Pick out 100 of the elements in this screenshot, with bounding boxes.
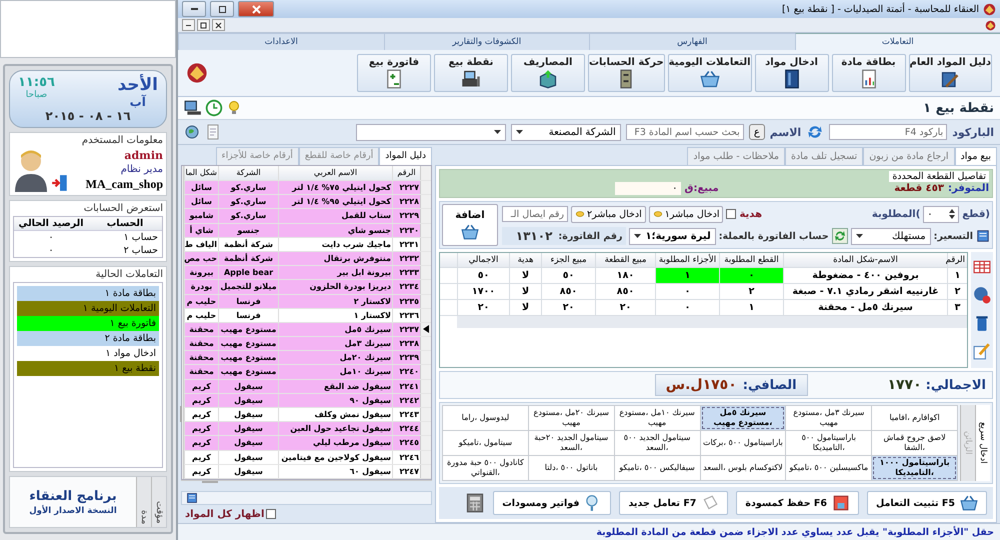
table-row[interactable]: ٢٢٤٢ سيفول ٩٠ سيفول كريم — [184, 394, 431, 408]
table-row[interactable]: ٢٢٤٣ سيفول نمش وكلف سيفول كريم — [184, 408, 431, 422]
table-cell: ٢٢٤٦ — [392, 450, 420, 464]
tab[interactable]: ارجاع مادة من زبون — [863, 147, 955, 165]
table-cell: ١٨٠ — [595, 268, 655, 283]
total-label: الاجمالي: — [926, 378, 986, 392]
table-row[interactable]: ٢٢٣٢ منتوفرش برتقال شركة أنظمة حب مص — [184, 252, 431, 266]
table-cell: ٢٢٣٠ — [392, 224, 420, 237]
receipt-field[interactable]: رقم ايصال الـ — [502, 206, 568, 222]
quick-item-button[interactable]: سيتامول ،تاميكو — [443, 431, 528, 455]
table-cell: ٢٢٣٨ — [392, 337, 420, 350]
ribbon-button[interactable]: بطاقة مادة — [832, 54, 906, 92]
table-cell: ٣ — [947, 300, 967, 315]
table-cell: لا — [509, 300, 541, 315]
table-cell: سيرنك ٥مل — [278, 322, 392, 336]
table-cell: ٢٠ — [457, 300, 509, 315]
table-row[interactable]: ٢٢٣٤ ديريزا بودرة الحلزون ميلانو للتجميل بودرة — [184, 280, 431, 294]
quick-item-button[interactable]: سيرنك ٥مل ،مستودع مهيب — [700, 406, 786, 430]
name-search-field[interactable]: بحث حسب اسم المادة F3 — [626, 124, 744, 140]
side-tab[interactable]: مؤقت — [151, 477, 166, 527]
action-button[interactable]: F5 تثبيت التعامل — [867, 491, 987, 515]
quick-item-button[interactable]: باناتول ٥٠٠ ،دلتا — [528, 456, 614, 480]
quick-item-button[interactable]: سيتامول الجديد ٢٠حبة ،السعد — [528, 431, 614, 455]
direct-entry-button[interactable]: ادخال مباشر٢ — [571, 206, 646, 222]
ribbon-button[interactable]: نقطة بيع — [434, 54, 508, 92]
table-cell: جنسو شاي — [278, 224, 392, 237]
table-cell: مستودع مهيب — [218, 351, 278, 364]
price-field[interactable]: ٠ — [614, 182, 681, 195]
table-cell: كحول ايتيلي ٩٥% ١/٤ لتر — [278, 195, 392, 208]
quick-item-button[interactable]: ليدوسول ،راما — [443, 406, 528, 430]
transaction-item[interactable]: نقطة بيع ١ — [17, 361, 159, 376]
ribbon-button[interactable]: المصاريف — [510, 54, 585, 92]
transaction-item[interactable]: فاتورة بيع ١ — [17, 316, 159, 331]
quick-item-button[interactable]: سيتامول الجديد ٥٠٠ ،السعد — [614, 431, 700, 455]
table-row[interactable]: ٢٢٤٦ سيفول كولاجين مع فيتامين سيفول كريم — [184, 450, 431, 465]
table-row[interactable]: ٢٢٤٥ سيفول مرطب ليلي سيفول كريم — [184, 436, 431, 451]
ribbon-button[interactable]: دليل المواد العام — [908, 54, 992, 92]
table-row[interactable]: ٢٢٣٦ لاكستار ١ فرنسا حليب م — [184, 308, 431, 323]
quick-item-button[interactable]: سيرنك ٢٠مل ،مستودع مهيب — [528, 406, 614, 430]
table-cell: فرنسا — [218, 308, 278, 322]
clock-date: ٢٠١٥ - ٠٨ - ١٦ — [45, 109, 131, 123]
barcode-field[interactable]: باركود F4 — [829, 124, 948, 140]
table-row[interactable]: ٢٢٤٤ سيفول تجاعيد حول العين سيفول كريم — [184, 422, 431, 436]
ribbon-tab[interactable]: التعاملات — [794, 33, 1000, 50]
ribbon-button[interactable]: حركة الحسابات — [588, 54, 665, 92]
quick-item-button[interactable]: ماكسيسلين ٥٠٠ ،تاميكو — [786, 456, 872, 480]
table-row[interactable]: ٢٢٣٩ سيرنك ٢٠مل مستودع مهيب محقنة — [184, 351, 431, 366]
table-cell: سيفول — [218, 380, 278, 393]
invoice-number: ١٣١٠٢ — [516, 229, 552, 243]
ribbon-button[interactable]: التعاملات اليومية — [668, 54, 752, 92]
shop-name: MA_cam_shop — [86, 176, 163, 192]
action-button[interactable]: F7 تعامل جديد — [619, 491, 728, 515]
table-row[interactable]: ٢٢٣٧ سيرنك ٥مل مستودع مهيب محقنة — [184, 322, 431, 338]
letter-button[interactable]: ع — [748, 124, 765, 140]
table-row[interactable]: ٢٢٣٠ جنسو شاي جنسو شاي أ — [184, 224, 431, 238]
clock-period: صباحا — [26, 90, 48, 100]
ribbon-button[interactable]: ادخال مواد — [754, 54, 829, 92]
quick-item-button[interactable]: سيفاليكس ٥٠٠ ،تاميكو — [614, 456, 700, 480]
tab[interactable]: ملاحظات - طلب مواد — [687, 147, 786, 165]
column-header: الرقم — [392, 166, 420, 180]
add-button[interactable]: اضافة — [442, 204, 498, 246]
quantity-label: (قطع — [962, 208, 990, 220]
quick-item-button[interactable]: لاصق جروح قماش ،الشفا — [872, 431, 957, 455]
action-button[interactable]: F6 حفظ كمسودة — [736, 491, 860, 515]
quick-item-button[interactable]: لاكتوكسام بلوس ،السعد — [700, 456, 786, 480]
table-cell: ٢٢٤٧ — [392, 464, 420, 478]
table-row[interactable]: ٢٢٤٧ سيفول ٦٠ سيفول كريم — [184, 464, 431, 479]
side-tab[interactable]: مدة — [136, 477, 151, 527]
tab[interactable]: بيع مواد — [954, 147, 997, 165]
table-row[interactable]: ٢٢٢٩ ستاب للقمل ساري.كو شامبو — [184, 209, 431, 224]
table-row[interactable]: ٢٢٣٨ سيرنك ٣مل مستودع مهيب محقنة — [184, 337, 431, 352]
transaction-item[interactable]: بطاقة مادة ١ — [17, 286, 159, 301]
quantity-spinner[interactable]: ٠ — [923, 206, 960, 222]
quick-item-button[interactable]: سيرنك ٣مل ،مستودع مهيب — [786, 406, 872, 430]
company-dropdown[interactable]: الشركة المصنعة — [510, 124, 621, 140]
quick-item-button[interactable]: باراسيتامول ١٠٠٠ ،التاميديكا — [872, 456, 957, 480]
currency-dropdown[interactable]: ليرة سورية؛١ — [629, 228, 716, 244]
transaction-item[interactable]: التعاملات اليومية ١ — [17, 301, 159, 316]
quick-item-button[interactable]: باراسيتامول ٥٠٠ ،بركات — [700, 431, 786, 455]
ribbon-button[interactable]: فاتورة بيع — [356, 54, 431, 92]
tab[interactable]: دليل المواد — [379, 147, 432, 165]
table-row[interactable]: ٢٢٣٥ لاكستار ٢ فرنسا حليب م — [184, 294, 431, 309]
direct-entry-button[interactable]: ادخال مباشر١ — [648, 206, 724, 222]
action-button[interactable]: فواتير ومسودات — [493, 491, 612, 515]
table-cell: ٢٠ — [541, 300, 595, 315]
transaction-item[interactable]: بطاقة مادة ٢ — [17, 331, 159, 346]
quick-item-button[interactable]: باراسيتامول ٥٠٠ ،التاميديكا — [786, 431, 872, 455]
table-cell: ٢٢٣٤ — [392, 280, 420, 294]
table-row[interactable]: ٢٢٤١ سيفول ضد البقع سيفول كريم — [184, 380, 431, 394]
quick-item-button[interactable]: سيرنك ١٠مل ،مستودع مهيب — [614, 406, 700, 430]
quick-item-button[interactable]: اكوافارم ،افاميا — [872, 406, 957, 430]
table-row[interactable]: ٢٢٣١ ماجيك شرب دايت شركة أنظمة الياف ط — [184, 238, 431, 252]
tab[interactable]: تسجيل تلف مادة — [785, 147, 864, 165]
pricing-dropdown[interactable]: مستهلك — [850, 228, 931, 244]
table-cell: ٢٢٢٧ — [392, 181, 420, 194]
table-row[interactable]: ٢٢٢٧ كحول ايتيلي ٧٥% ١/٤ لتر ساري.كو سائل — [184, 181, 431, 196]
table-row[interactable]: ٢٢٢٨ كحول ايتيلي ٩٥% ١/٤ لتر ساري.كو سائل — [184, 195, 431, 210]
side-tab[interactable]: ادخال سريع — [975, 405, 990, 481]
quick-item-button[interactable]: كانادول ٥٠٠ حبة مدورة ،القنواتي — [443, 456, 528, 480]
table-row[interactable]: ٢٢٤٠ سيرنك ١٠مل مستودع مهيب محقنة — [184, 365, 431, 380]
